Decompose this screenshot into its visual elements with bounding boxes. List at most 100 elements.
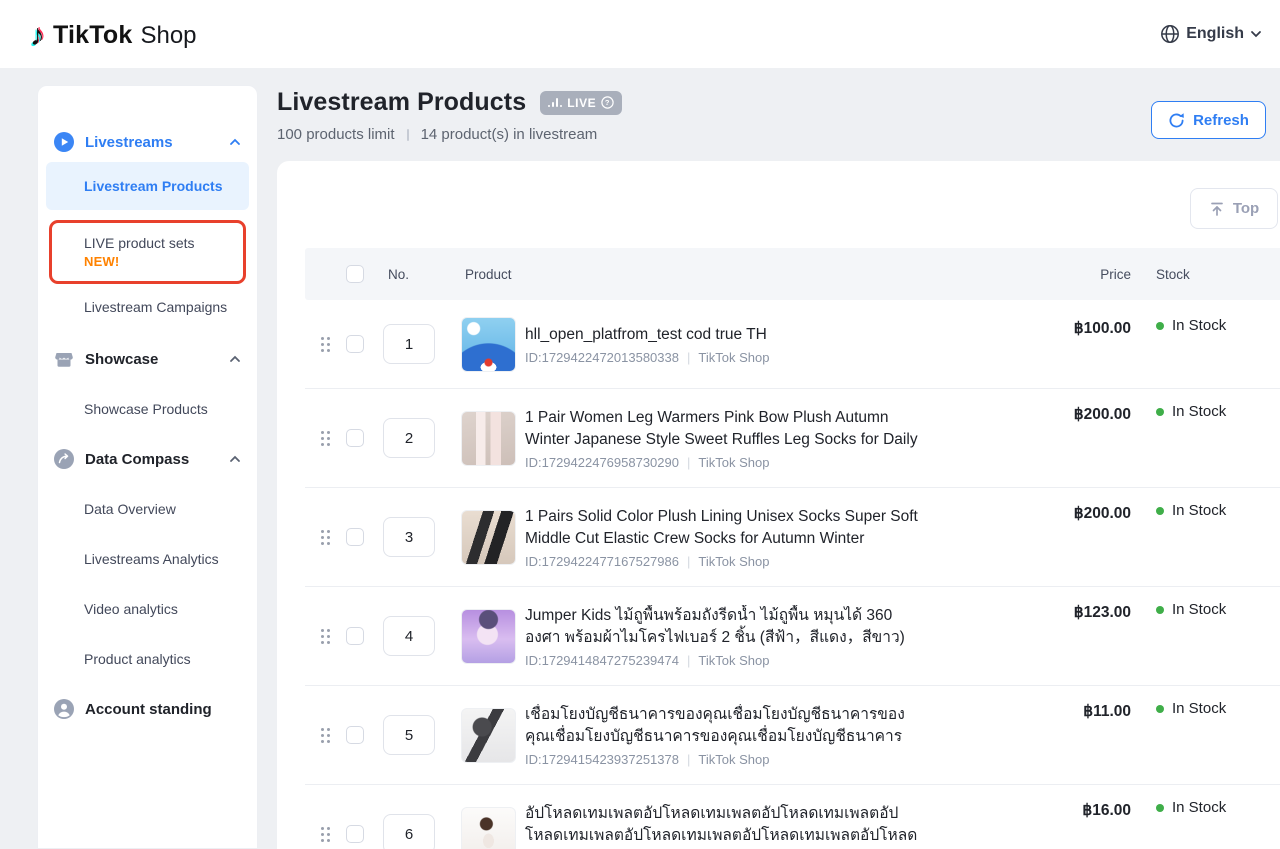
globe-icon — [1160, 24, 1180, 44]
logo-shop-text: Shop — [140, 22, 196, 50]
sidebar-item-livestream-products[interactable]: Livestream Products — [46, 162, 249, 210]
product-title: Jumper Kids ไม้ถูพื้นพร้อมถังรีดน้ำ ไม้ถ… — [525, 605, 920, 649]
select-all-checkbox[interactable] — [346, 265, 364, 283]
arrow-to-top-icon — [1209, 201, 1225, 217]
table-row: Jumper Kids ไม้ถูพื้นพร้อมถังรีดน้ำ ไม้ถ… — [305, 586, 1280, 685]
stock-dot-icon — [1156, 705, 1164, 713]
product-title: hll_open_platfrom_test cod true TH — [525, 324, 920, 346]
chevron-up-icon — [229, 355, 241, 363]
sidebar-item-label: Livestreams Analytics — [84, 551, 219, 567]
sidebar-item-label: Video analytics — [84, 601, 178, 617]
refresh-icon — [1168, 112, 1185, 129]
scroll-to-top-button[interactable]: Top — [1190, 188, 1278, 229]
stock-dot-icon — [1156, 408, 1164, 416]
product-shop-label: TikTok Shop — [698, 455, 769, 470]
row-number-input[interactable] — [383, 616, 435, 656]
drag-handle-icon[interactable] — [320, 336, 338, 353]
chevron-up-icon — [229, 138, 241, 146]
row-checkbox[interactable] — [346, 627, 364, 645]
price-value: ฿123.00 — [920, 603, 1131, 622]
stock-dot-icon — [1156, 322, 1164, 330]
product-id: ID:1729422472013580338 — [525, 350, 679, 365]
help-circle-icon[interactable]: ? — [601, 96, 614, 109]
stock-cell: In Stock — [1131, 601, 1280, 618]
sidebar-item-showcase-products[interactable]: Showcase Products — [38, 384, 257, 434]
storefront-icon — [54, 349, 74, 369]
stock-status: In Stock — [1172, 601, 1226, 618]
table-row: 1 Pair Women Leg Warmers Pink Bow Plush … — [305, 388, 1280, 487]
drag-handle-icon[interactable] — [320, 529, 338, 546]
product-info: hll_open_platfrom_test cod true TH ID:17… — [525, 324, 920, 365]
drag-handle-icon[interactable] — [320, 826, 338, 843]
annotation-highlight-box: LIVE product sets NEW! — [49, 220, 246, 284]
sidebar-group-showcase[interactable]: Showcase — [38, 334, 257, 384]
product-info: เชื่อมโยงบัญชีธนาคารของคุณเชื่อมโยงบัญชี… — [525, 704, 920, 767]
logo-tiktok-text: TikTok — [53, 21, 132, 50]
sidebar-item-label: Product analytics — [84, 651, 191, 667]
drag-handle-icon[interactable] — [320, 727, 338, 744]
sidebar-group-data-compass[interactable]: Data Compass — [38, 434, 257, 484]
meta-divider: | — [687, 653, 690, 668]
page-header: Livestream Products LIVE ? 100 products … — [277, 88, 622, 143]
row-checkbox[interactable] — [346, 429, 364, 447]
table-row: อัปโหลดเทมเพลตอัปโหลดเทมเพลตอัปโหลดเทมเพ… — [305, 784, 1280, 849]
price-value: ฿200.00 — [920, 504, 1131, 523]
sidebar-item-live-product-sets[interactable]: LIVE product sets — [84, 235, 243, 251]
stock-dot-icon — [1156, 606, 1164, 614]
chevron-down-icon — [1250, 30, 1262, 38]
drag-handle-icon[interactable] — [320, 430, 338, 447]
row-number-input[interactable] — [383, 715, 435, 755]
products-limit-text: 100 products limit — [277, 126, 395, 143]
product-image — [461, 807, 516, 849]
refresh-button[interactable]: Refresh — [1151, 101, 1266, 139]
sidebar-group-livestreams[interactable]: Livestreams — [38, 122, 257, 162]
product-image — [461, 708, 516, 763]
meta-divider: | — [687, 350, 690, 365]
product-image — [461, 411, 516, 466]
table-row: 1 Pairs Solid Color Plush Lining Unisex … — [305, 487, 1280, 586]
product-shop-label: TikTok Shop — [698, 752, 769, 767]
product-info: 1 Pair Women Leg Warmers Pink Bow Plush … — [525, 407, 920, 470]
meta-divider: | — [687, 752, 690, 767]
sidebar-item-product-analytics[interactable]: Product analytics — [38, 634, 257, 684]
sidebar-item-label: Livestream Campaigns — [84, 299, 227, 315]
chevron-up-icon — [229, 455, 241, 463]
product-image — [461, 609, 516, 664]
sidebar-item-video-analytics[interactable]: Video analytics — [38, 584, 257, 634]
price-value: ฿16.00 — [920, 801, 1131, 820]
row-checkbox[interactable] — [346, 825, 364, 843]
product-shop-label: TikTok Shop — [698, 350, 769, 365]
divider — [407, 129, 409, 141]
person-circle-icon — [54, 699, 74, 719]
row-checkbox[interactable] — [346, 335, 364, 353]
row-checkbox[interactable] — [346, 726, 364, 744]
language-selector[interactable]: English — [1160, 24, 1262, 44]
product-info: 1 Pairs Solid Color Plush Lining Unisex … — [525, 506, 920, 569]
product-shop-label: TikTok Shop — [698, 653, 769, 668]
group-label: Showcase — [85, 351, 218, 368]
meta-divider: | — [687, 455, 690, 470]
table-body: hll_open_platfrom_test cod true TH ID:17… — [305, 300, 1280, 849]
sidebar: Livestreams Livestream Products LIVE pro… — [37, 85, 258, 849]
table-row: hll_open_platfrom_test cod true TH ID:17… — [305, 300, 1280, 388]
new-badge: NEW! — [84, 254, 243, 269]
sidebar-group-account-standing[interactable]: Account standing — [38, 684, 257, 734]
product-id: ID:1729414847275239474 — [525, 653, 679, 668]
sidebar-item-label: Showcase Products — [84, 401, 208, 417]
row-number-input[interactable] — [383, 418, 435, 458]
sidebar-item-livestream-campaigns[interactable]: Livestream Campaigns — [38, 284, 257, 330]
row-number-input[interactable] — [383, 324, 435, 364]
sidebar-item-livestreams-analytics[interactable]: Livestreams Analytics — [38, 534, 257, 584]
stock-cell: In Stock — [1131, 799, 1280, 816]
drag-handle-icon[interactable] — [320, 628, 338, 645]
column-header-no: No. — [383, 267, 461, 282]
product-info: Jumper Kids ไม้ถูพื้นพร้อมถังรีดน้ำ ไม้ถ… — [525, 605, 920, 668]
sidebar-item-data-overview[interactable]: Data Overview — [38, 484, 257, 534]
main-panel: Top No. Product Price Stock hll_open_pla… — [277, 161, 1280, 849]
tiktok-note-icon: ♪ — [30, 21, 45, 51]
row-number-input[interactable] — [383, 517, 435, 557]
play-circle-icon — [54, 132, 74, 152]
row-checkbox[interactable] — [346, 528, 364, 546]
row-number-input[interactable] — [383, 814, 435, 849]
live-badge-label: LIVE — [567, 96, 596, 110]
